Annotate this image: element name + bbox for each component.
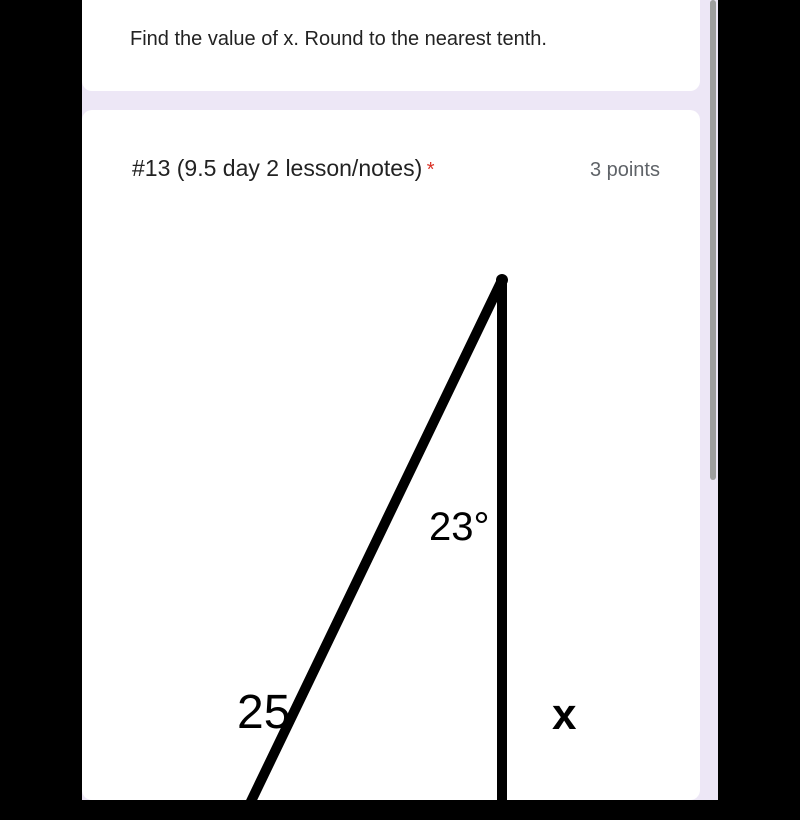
question-title: #13 (9.5 day 2 lesson/notes) * — [132, 155, 435, 182]
required-asterisk: * — [427, 159, 435, 181]
app-viewport: Find the value of x. Round to the neares… — [82, 0, 718, 800]
instruction-card: Find the value of x. Round to the neares… — [82, 0, 700, 91]
angle-label: 23° — [429, 505, 490, 550]
side-label-25: 25 — [237, 685, 290, 740]
triangle-diagram: 23° 25 x — [82, 225, 700, 800]
points-label: 3 points — [590, 159, 660, 182]
side-label-x: x — [552, 690, 576, 740]
question-title-text: #13 (9.5 day 2 lesson/notes) — [132, 155, 422, 181]
question-card: #13 (9.5 day 2 lesson/notes) * 3 points … — [82, 110, 700, 800]
question-header: #13 (9.5 day 2 lesson/notes) * 3 points — [132, 155, 660, 182]
instruction-text: Find the value of x. Round to the neares… — [130, 28, 670, 51]
scrollbar[interactable] — [710, 0, 716, 480]
